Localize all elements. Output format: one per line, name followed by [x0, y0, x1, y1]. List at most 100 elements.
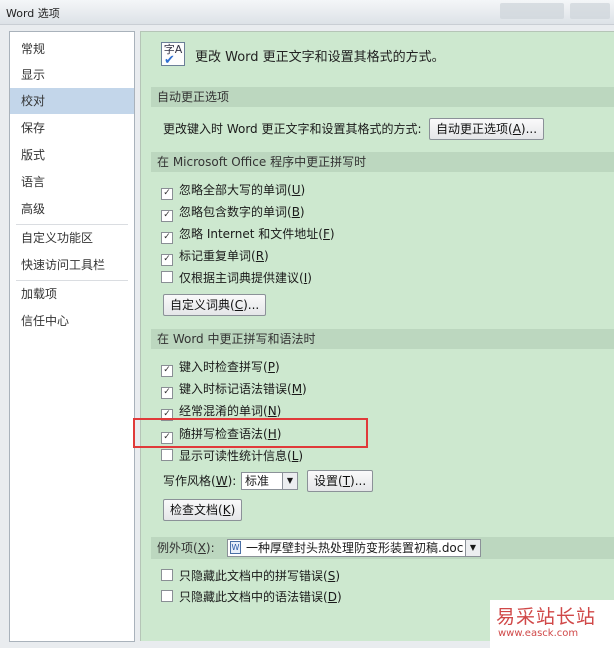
btn-text: 检查文档(: [170, 503, 223, 517]
custom-dictionaries-button[interactable]: 自定义词典(C)...: [163, 294, 267, 316]
exceptions-document-select[interactable]: W 一种厚壁封头热处理防变形装置初稿.doc ▼: [227, 539, 481, 557]
dropdown-arrow-icon[interactable]: ▼: [465, 540, 480, 556]
checkbox[interactable]: ✓: [161, 188, 173, 200]
sidebar-item-general[interactable]: 常规: [10, 36, 134, 62]
opt-check-spelling[interactable]: ✓ 键入时检查拼写(P): [161, 358, 280, 377]
titlebar-blur-1: [500, 3, 564, 19]
label-text: 写作风格(: [163, 474, 216, 488]
sidebar-item-quick-access[interactable]: 快速访问工具栏: [10, 252, 134, 278]
checkbox[interactable]: [161, 590, 173, 602]
opt-accel: N: [267, 404, 277, 418]
select-value: 一种厚壁封头热处理防变形装置初稿.doc: [246, 541, 464, 555]
sidebar-item-advanced[interactable]: 高级: [10, 196, 134, 222]
opt-text: 忽略 Internet 和文件地址(: [179, 227, 323, 241]
opt-accel: B: [291, 205, 300, 219]
opt-text: 键入时检查拼写(: [179, 360, 268, 374]
dropdown-arrow-icon[interactable]: ▼: [282, 473, 297, 489]
opt-accel: P: [267, 360, 275, 374]
opt-text: 忽略包含数字的单词(: [179, 205, 292, 219]
opt-accel: F: [322, 227, 330, 241]
opt-hide-grammar-errors[interactable]: 只隐藏此文档中的语法错误(D): [161, 588, 342, 606]
checkbox[interactable]: ✓: [161, 387, 173, 399]
label-accel: X: [197, 541, 206, 555]
watermark-url: www.easck.com: [498, 628, 579, 639]
opt-text: ): [264, 249, 269, 263]
section-word-grammar: 在 Word 中更正拼写和语法时: [151, 329, 614, 349]
highlight-annotation: [133, 418, 368, 448]
autocorrect-label: 更改键入时 Word 更正文字和设置其格式的方式:: [163, 122, 422, 136]
checkmark-icon: ✔: [164, 53, 175, 68]
opt-text: 只隐藏此文档中的拼写错误(: [179, 569, 328, 583]
opt-hide-spelling-errors[interactable]: 只隐藏此文档中的拼写错误(S): [161, 567, 340, 585]
btn-text: 自动更正选项(: [436, 122, 513, 136]
opt-ignore-internet[interactable]: ✓ 忽略 Internet 和文件地址(F): [161, 225, 335, 244]
opt-ignore-uppercase[interactable]: ✓ 忽略全部大写的单词(U): [161, 181, 306, 200]
opt-main-dictionary-only[interactable]: 仅根据主词典提供建议(I): [161, 269, 312, 287]
proofing-abc-check-icon: 字A ✔: [161, 42, 185, 68]
checkbox[interactable]: ✓: [161, 210, 173, 222]
sidebar-item-proofing[interactable]: 校对: [10, 88, 134, 114]
opt-accel: D: [327, 590, 337, 604]
btn-text: ): [230, 503, 236, 517]
select-value: 标准: [245, 474, 270, 488]
checkbox[interactable]: [161, 569, 173, 581]
options-sidebar: 常规 显示 校对 保存 版式 语言 高级 自定义功能区 快速访问工具栏 加载项 …: [9, 31, 135, 642]
opt-readability-stats[interactable]: 显示可读性统计信息(L): [161, 447, 303, 465]
opt-accel: M: [291, 382, 303, 396]
label-accel: W: [215, 474, 228, 488]
opt-text: 显示可读性统计信息(: [179, 449, 292, 463]
sidebar-item-customize-ribbon[interactable]: 自定义功能区: [10, 225, 134, 251]
opt-text: ): [302, 382, 307, 396]
opt-text: 只隐藏此文档中的语法错误(: [179, 590, 328, 604]
opt-text: ): [335, 569, 340, 583]
btn-text: )...: [350, 474, 367, 488]
window-title: Word 选项: [6, 7, 60, 20]
checkbox[interactable]: [161, 271, 173, 283]
checkbox[interactable]: [161, 449, 173, 461]
opt-text: 经常混淆的单词(: [179, 404, 268, 418]
btn-text: 设置(: [314, 474, 343, 488]
sidebar-item-language[interactable]: 语言: [10, 169, 134, 195]
proofing-panel: 字A ✔ 更改 Word 更正文字和设置其格式的方式。 自动更正选项 更改键入时…: [140, 31, 614, 641]
sidebar-item-display[interactable]: 显示: [10, 62, 134, 88]
opt-text: 键入时标记语法错误(: [179, 382, 292, 396]
btn-accel: A: [512, 122, 521, 136]
writing-style-label: 写作风格(W):: [163, 472, 236, 490]
btn-text: )...: [520, 122, 538, 136]
btn-accel: T: [342, 474, 351, 488]
sidebar-item-trust-center[interactable]: 信任中心: [10, 308, 134, 334]
opt-ignore-numbers[interactable]: ✓ 忽略包含数字的单词(B): [161, 203, 305, 222]
label-text: ):: [227, 474, 237, 488]
autocorrect-options-button[interactable]: 自动更正选项(A)...: [429, 118, 545, 140]
checkbox[interactable]: ✓: [161, 365, 173, 377]
sidebar-item-save[interactable]: 保存: [10, 115, 134, 141]
opt-text: ): [329, 227, 335, 241]
btn-text: )...: [243, 298, 260, 312]
titlebar-blur-2: [570, 3, 610, 19]
opt-mark-grammar[interactable]: ✓ 键入时标记语法错误(M): [161, 380, 307, 399]
opt-text: 忽略全部大写的单词(: [179, 183, 292, 197]
opt-flag-repeated[interactable]: ✓ 标记重复单词(R): [161, 247, 269, 266]
label-text: ):: [205, 541, 215, 555]
site-watermark: 易采站长站 www.easck.com: [490, 600, 614, 648]
writing-style-select[interactable]: 标准 ▼: [241, 472, 298, 490]
sidebar-item-addins[interactable]: 加载项: [10, 281, 134, 307]
opt-accel: R: [255, 249, 265, 263]
title-bar: Word 选项: [0, 0, 614, 25]
checkbox[interactable]: ✓: [161, 254, 173, 266]
opt-text: ): [307, 271, 312, 285]
opt-text: ): [276, 404, 282, 418]
opt-text: ): [298, 449, 304, 463]
checkbox[interactable]: ✓: [161, 232, 173, 244]
sidebar-item-layout[interactable]: 版式: [10, 142, 134, 168]
btn-accel: C: [234, 298, 244, 312]
opt-text: ): [300, 183, 306, 197]
btn-text: 自定义词典(: [170, 298, 235, 312]
label-text: 例外项(: [157, 541, 198, 555]
opt-text: ): [299, 205, 305, 219]
panel-description: 更改 Word 更正文字和设置其格式的方式。: [195, 50, 445, 65]
recheck-document-button[interactable]: 检查文档(K): [163, 499, 243, 521]
opt-text: ): [274, 360, 280, 374]
section-office-spelling: 在 Microsoft Office 程序中更正拼写时: [151, 152, 614, 172]
grammar-settings-button[interactable]: 设置(T)...: [307, 470, 374, 492]
